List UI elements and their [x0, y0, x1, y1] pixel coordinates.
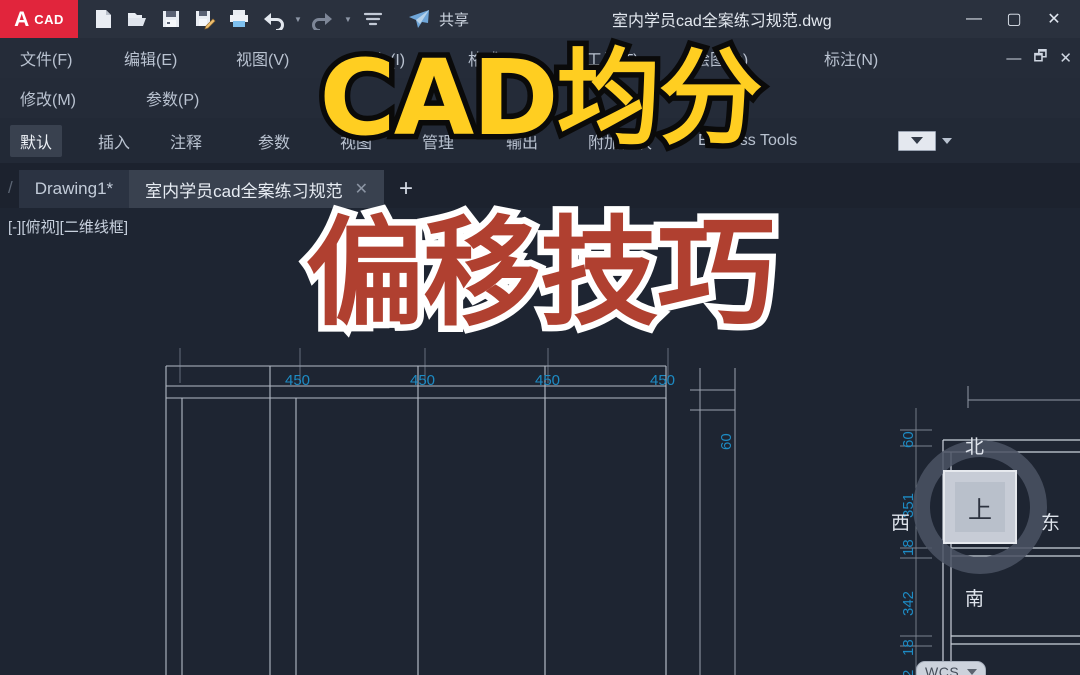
- new-document-tab-button[interactable]: +: [384, 170, 428, 208]
- app-logo-text: CAD: [34, 11, 64, 27]
- quick-access-toolbar: ▼ ▼ 共享: [88, 4, 473, 34]
- menu-item-view[interactable]: 视图(V): [230, 46, 295, 70]
- menu-bar-row-1: 文件(F) 编辑(E) 视图(V) 插入(I) 格式(O) 工具(T) 绘图(D…: [0, 38, 1080, 78]
- menu-item-tools[interactable]: 工具(T): [580, 46, 644, 70]
- menu-item-draw[interactable]: 绘图(D): [688, 46, 754, 70]
- ribbon-tab-output[interactable]: 输出: [496, 125, 548, 157]
- app-logo[interactable]: A CAD: [0, 0, 78, 38]
- view-cube-top-face[interactable]: 上: [955, 482, 1005, 532]
- drawing-canvas[interactable]: [-][俯视][二维线框] 450 450 450 450 60 60 351 …: [0, 208, 1080, 675]
- undo-dropdown-caret-icon[interactable]: ▼: [292, 4, 304, 34]
- workspace-dropdown-box: [898, 130, 936, 151]
- ribbon-tab-annotate[interactable]: 注释: [160, 125, 212, 157]
- new-file-icon[interactable]: [88, 4, 118, 34]
- dimension-label-v-60a: 60: [718, 433, 735, 450]
- tab-separator-icon: /: [8, 178, 13, 197]
- view-cube-west-label[interactable]: 西: [891, 508, 910, 535]
- close-small-button[interactable]: ✕: [1059, 49, 1072, 67]
- dimension-label-h2: 450: [410, 372, 436, 389]
- redo-icon[interactable]: [308, 4, 338, 34]
- ribbon-tab-addins[interactable]: 附加模块: [578, 125, 662, 157]
- menu-item-file[interactable]: 文件(F): [14, 46, 78, 70]
- more-tools-icon[interactable]: [358, 4, 388, 34]
- share-label: 共享: [439, 11, 470, 29]
- maximize-small-button[interactable]: 🗗: [1033, 46, 1047, 71]
- cad-application-window: A CAD ▼ ▼ 共享 室内学员cad全案练习规范.dwg — ▢ ✕ 文件(…: [0, 0, 1080, 675]
- save-as-icon[interactable]: [190, 4, 220, 34]
- view-cube-east-label[interactable]: 东: [1041, 508, 1060, 535]
- dimension-label-h4: 450: [650, 372, 676, 389]
- open-folder-icon[interactable]: [122, 4, 152, 34]
- maximize-button[interactable]: ▢: [994, 0, 1034, 38]
- wcs-dropdown[interactable]: WCS: [916, 661, 987, 675]
- menu-item-insert[interactable]: 插入(I): [352, 46, 411, 70]
- menu-item-format[interactable]: 格式(O): [462, 46, 529, 70]
- print-icon[interactable]: [224, 4, 254, 34]
- document-tab-active[interactable]: 室内学员cad全案练习规范 ✕: [129, 170, 384, 208]
- share-icon: [404, 4, 434, 34]
- undo-icon[interactable]: [258, 4, 288, 34]
- redo-dropdown-caret-icon[interactable]: ▼: [342, 4, 354, 34]
- document-tab-bar: / Drawing1* 室内学员cad全案练习规范 ✕ +: [0, 163, 1080, 208]
- ribbon-tab-parametric[interactable]: 参数: [248, 125, 300, 157]
- ribbon-workspace-dropdown[interactable]: [898, 130, 952, 151]
- window-controls: — ▢ ✕: [954, 0, 1074, 38]
- wcs-label: WCS: [925, 664, 960, 675]
- menu-bar-row-2: 修改(M) 参数(P): [0, 78, 1080, 118]
- view-cube[interactable]: 北 南 西 东 上: [891, 426, 1065, 616]
- document-tab-drawing1[interactable]: Drawing1*: [18, 170, 130, 208]
- ribbon-tab-view[interactable]: 视图: [330, 125, 382, 157]
- close-icon[interactable]: ✕: [355, 179, 368, 199]
- title-bar: A CAD ▼ ▼ 共享 室内学员cad全案练习规范.dwg — ▢ ✕: [0, 0, 1080, 38]
- chevron-down-icon: [967, 669, 978, 675]
- document-title: 室内学员cad全案练习规范.dwg: [612, 13, 832, 30]
- window-controls-secondary: — 🗗 ✕: [1006, 38, 1072, 78]
- ribbon-tab-insert[interactable]: 插入: [88, 125, 140, 157]
- view-cube-north-label[interactable]: 北: [965, 432, 984, 459]
- menu-item-modify[interactable]: 修改(M): [14, 86, 82, 110]
- ribbon-tab-express-tools[interactable]: Express Tools: [688, 125, 807, 157]
- document-tab-label: Drawing1*: [34, 179, 114, 198]
- ribbon-tab-manage[interactable]: 管理: [412, 125, 464, 157]
- view-cube-box[interactable]: 上: [943, 470, 1017, 544]
- menu-item-edit[interactable]: 编辑(E): [118, 46, 183, 70]
- view-cube-south-label[interactable]: 南: [965, 584, 984, 611]
- chevron-down-icon-small: [942, 137, 952, 144]
- document-tab-label-active: 室内学员cad全案练习规范: [145, 181, 343, 201]
- dimension-label-v-2: 2: [900, 669, 917, 675]
- close-button[interactable]: ✕: [1034, 0, 1074, 38]
- chevron-down-icon: [911, 137, 923, 144]
- app-logo-letter: A: [14, 7, 30, 31]
- dimension-label-h1: 450: [285, 372, 311, 389]
- restore-small-button[interactable]: —: [1006, 50, 1021, 67]
- menu-item-parametric[interactable]: 参数(P): [140, 86, 205, 110]
- dimension-label-h3: 450: [535, 372, 561, 389]
- menu-item-dimension[interactable]: 标注(N): [818, 46, 884, 70]
- share-button[interactable]: 共享: [400, 4, 473, 34]
- dimension-label-v-18b: 18: [900, 639, 917, 656]
- ribbon-tab-bar: 默认 插入 注释 参数 视图 管理 输出 附加模块 Express Tools: [0, 118, 1080, 163]
- minimize-button[interactable]: —: [954, 0, 994, 38]
- save-icon[interactable]: [156, 4, 186, 34]
- ribbon-tab-default[interactable]: 默认: [10, 124, 63, 157]
